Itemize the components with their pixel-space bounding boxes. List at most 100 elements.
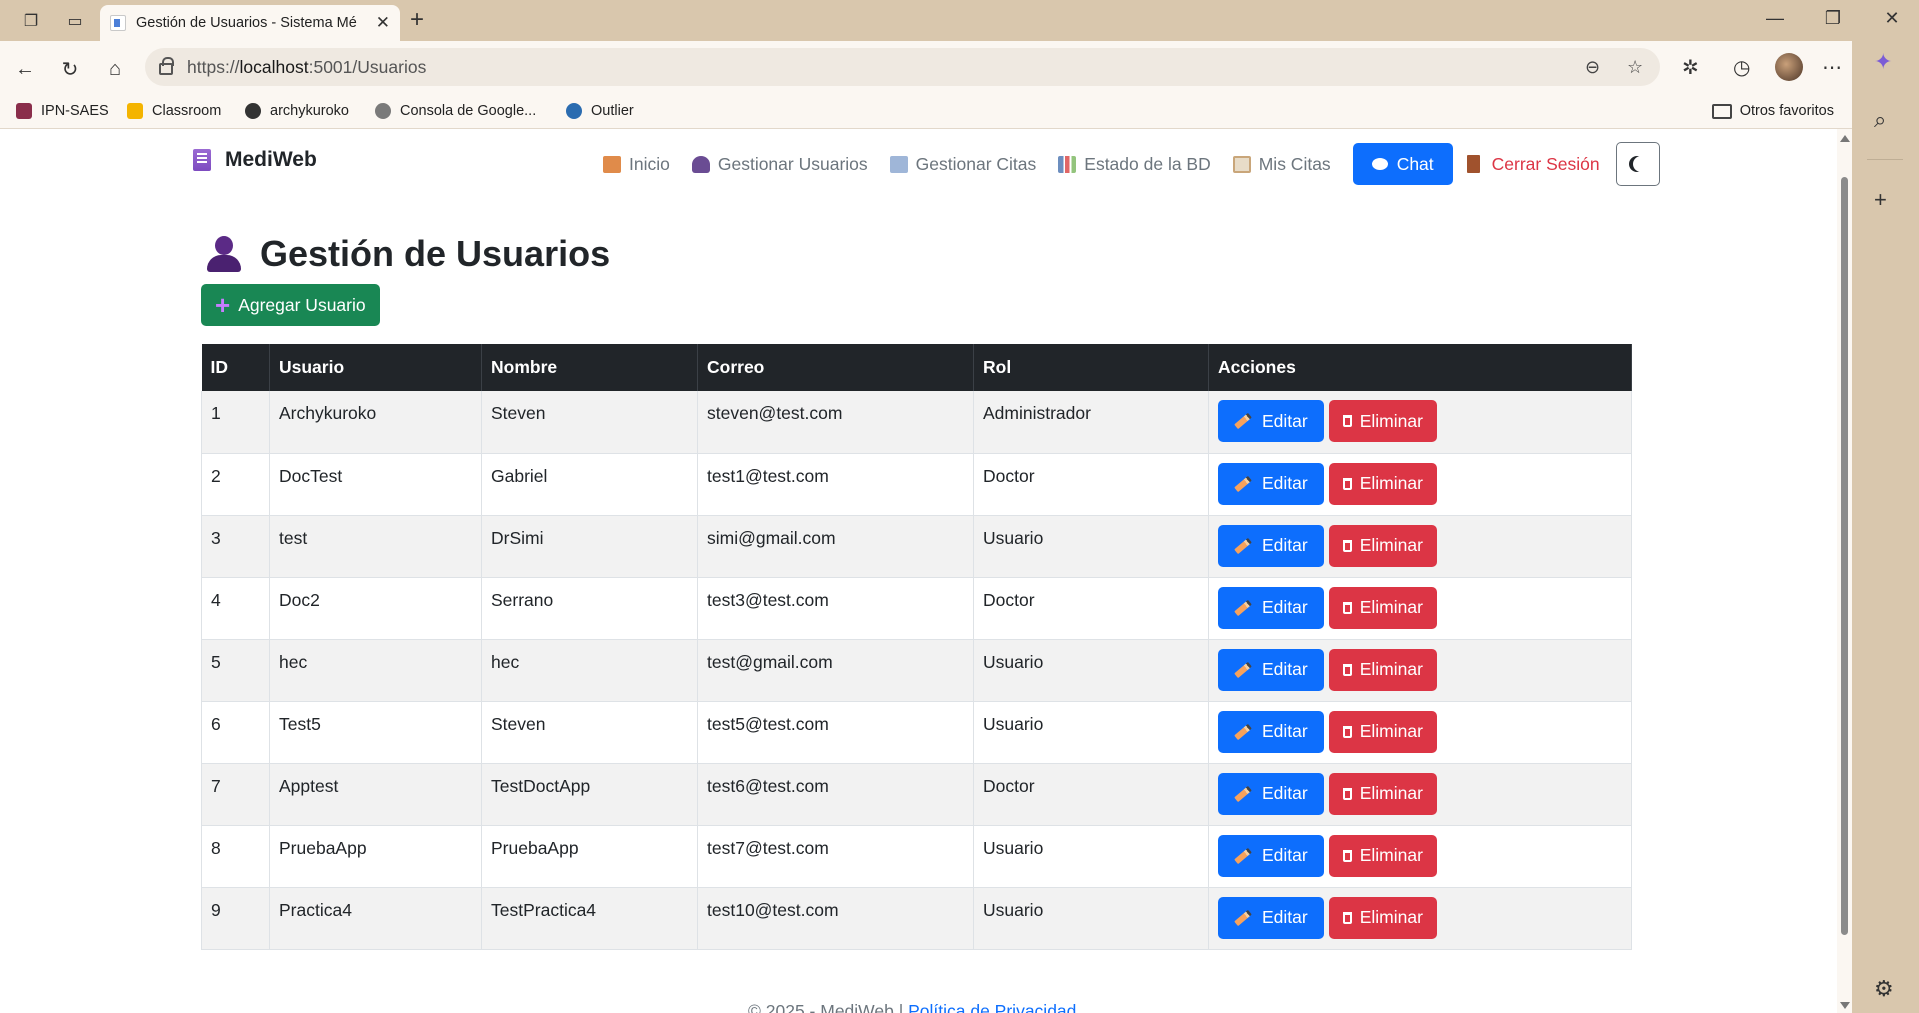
pencil-icon [1234,475,1252,492]
page-favicon-icon [110,15,126,31]
close-window-icon[interactable]: ✕ [1872,8,1912,29]
logout-link[interactable]: Cerrar Sesión [1466,154,1600,175]
delete-button[interactable]: Eliminar [1328,710,1437,753]
minimize-icon[interactable]: — [1755,8,1795,29]
edit-button[interactable]: Editar [1218,462,1324,505]
delete-button[interactable]: Eliminar [1328,400,1437,442]
cell-username: test [269,515,482,578]
edit-button[interactable]: Editar [1218,710,1324,753]
nav-mis-citas[interactable]: Mis Citas [1232,154,1331,175]
search-icon[interactable]: ⌕ [1874,107,1886,133]
favorite-star-icon[interactable]: ☆ [1627,57,1643,78]
lock-icon[interactable] [159,57,174,75]
cell-role: Doctor [973,453,1209,516]
house-icon [603,155,621,173]
pencil-icon [1234,723,1252,740]
privacy-policy-link[interactable]: Política de Privacidad [908,1001,1076,1013]
nav-gestionar-citas[interactable]: Gestionar Citas [889,154,1036,175]
copilot-icon[interactable]: ✦ [1874,49,1892,75]
bookmark-archykuroko[interactable]: archykuroko [245,103,349,119]
cell-role: Usuario [973,515,1209,578]
gear-icon [375,103,391,119]
cell-username: Apptest [269,763,482,826]
edit-button[interactable]: Editar [1218,400,1324,442]
edit-button[interactable]: Editar [1218,586,1324,629]
cell-role: Doctor [973,763,1209,826]
browser-tab-active[interactable]: Gestión de Usuarios - Sistema Mé ✕ [100,5,400,41]
cell-role: Usuario [973,639,1209,702]
trash-icon [1342,415,1352,427]
cell-email: test1@test.com [697,453,974,516]
theme-toggle-button[interactable] [1615,142,1660,186]
table-row: 2 DocTest Gabriel test1@test.com Doctor Edita… [201,453,1632,516]
history-icon[interactable]: ◷ [1733,55,1750,80]
trash-icon [1342,539,1352,552]
cell-actions: Editar Eliminar [1208,391,1632,454]
pencil-icon [1234,412,1252,430]
cell-name: TestDoctApp [481,763,698,826]
delete-button[interactable]: Eliminar [1328,586,1437,629]
cell-username: Practica4 [269,887,482,950]
cell-email: test6@test.com [697,763,974,826]
brand-link[interactable]: MediWeb [193,148,317,172]
edit-button[interactable]: Editar [1218,772,1324,815]
bookmark-classroom[interactable]: Classroom [127,103,221,119]
edit-button[interactable]: Editar [1218,648,1324,691]
edit-button[interactable]: Editar [1218,896,1324,939]
add-user-button[interactable]: + Agregar Usuario [201,284,380,326]
table-row: 9 Practica4 TestPractica4 test10@test.com Us… [201,887,1632,950]
scroll-up-arrow-icon[interactable] [1840,135,1850,142]
reload-icon[interactable]: ↻ [55,54,85,84]
workspaces-icon[interactable]: ❐ [18,8,44,34]
page-scrollbar[interactable] [1837,129,1852,1013]
delete-button[interactable]: Eliminar [1328,462,1437,505]
back-arrow-icon[interactable]: ← [10,54,40,84]
delete-button[interactable]: Eliminar [1328,524,1437,567]
ipn-icon [16,103,32,119]
settings-gear-icon[interactable]: ⚙ [1874,976,1894,1002]
cell-name: hec [481,639,698,702]
close-tab-icon[interactable]: ✕ [376,13,390,33]
delete-button[interactable]: Eliminar [1328,834,1437,877]
extensions-icon[interactable]: ✲ [1682,55,1699,80]
bookmark-outlier[interactable]: Outlier [566,103,634,119]
cell-username: Archykuroko [269,391,482,454]
edit-button[interactable]: Editar [1218,834,1324,877]
profile-avatar[interactable] [1775,53,1803,81]
delete-button[interactable]: Eliminar [1328,772,1437,815]
nav-inicio[interactable]: Inicio [603,154,670,175]
other-favorites-folder[interactable]: Otros favoritos [1711,103,1834,119]
cell-id: 7 [201,763,270,826]
footer-copyright: © 2025 - MediWeb | [748,1001,909,1013]
cell-actions: Editar Eliminar [1208,577,1632,640]
add-sidebar-icon[interactable]: + [1874,187,1887,213]
bookmark-ipn-saes[interactable]: IPN-SAES [16,103,109,119]
delete-button[interactable]: Eliminar [1328,648,1437,691]
vertical-tabs-icon[interactable]: ▭ [62,8,88,34]
more-options-icon[interactable]: ⋯ [1822,55,1842,80]
scroll-down-arrow-icon[interactable] [1840,1002,1850,1009]
chat-button[interactable]: Chat [1352,143,1453,185]
nav-estado-bd[interactable]: Estado de la BD [1058,154,1211,175]
users-table: ID Usuario Nombre Correo Rol Acciones 1A… [201,344,1632,950]
edit-button[interactable]: Editar [1218,524,1324,567]
delete-button[interactable]: Eliminar [1328,896,1437,939]
page-title: Gestión de Usuarios [207,233,610,275]
cell-username: PruebaApp [269,825,482,888]
home-icon[interactable]: ⌂ [100,54,130,84]
page-viewport: MediWeb Inicio Gestionar Usuarios Gestio… [0,129,1837,1013]
zoom-icon[interactable]: ⊖ [1585,57,1600,78]
bookmark-google-console[interactable]: Consola de Google... [375,103,536,119]
cell-name: DrSimi [481,515,698,578]
browser-tab-bar: ❐ ▭ Gestión de Usuarios - Sistema Mé ✕ +… [0,0,1919,41]
restore-icon[interactable]: ❐ [1813,8,1853,29]
scroll-thumb[interactable] [1841,177,1848,935]
pencil-icon [1234,537,1252,554]
cell-email: test@gmail.com [697,639,974,702]
clipboard-icon [1232,155,1251,173]
nav-links: Inicio Gestionar Usuarios Gestionar Cita… [603,142,1660,186]
new-tab-icon[interactable]: + [410,8,424,32]
nav-gestionar-usuarios[interactable]: Gestionar Usuarios [691,154,868,175]
address-bar[interactable]: https://localhost:5001/Usuarios ⊖ ☆ [145,48,1660,86]
cell-email: test7@test.com [697,825,974,888]
